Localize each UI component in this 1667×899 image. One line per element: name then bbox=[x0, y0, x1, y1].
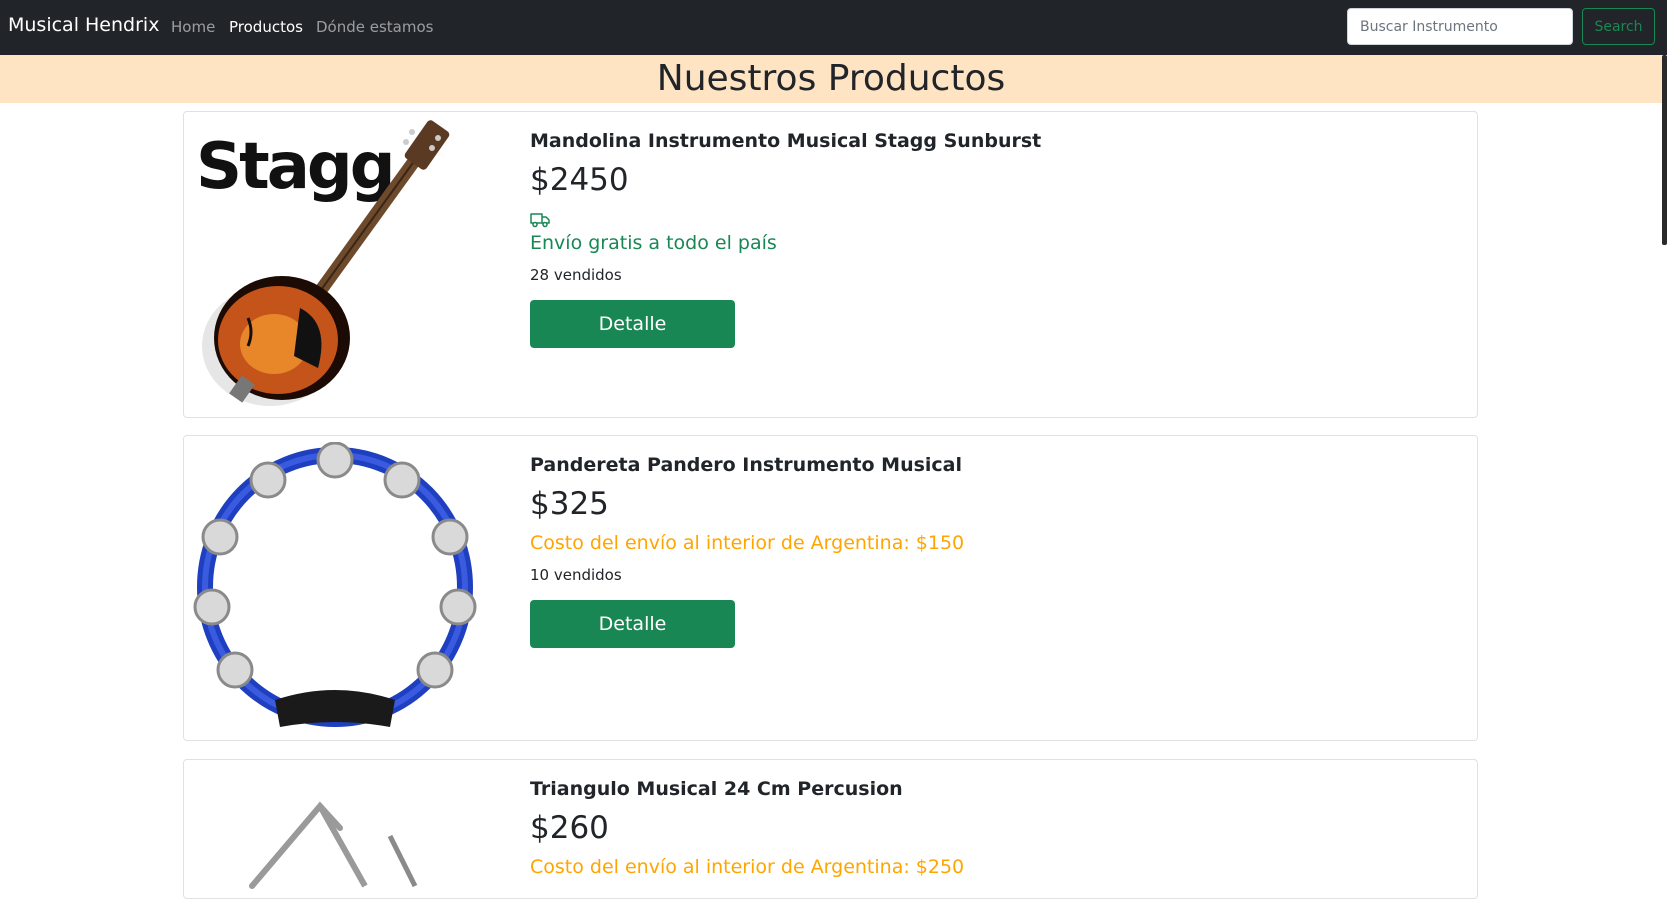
shipping-info: Costo del envío al interior de Argentina… bbox=[530, 532, 965, 554]
search-input[interactable] bbox=[1347, 8, 1573, 45]
product-image-triangle bbox=[190, 766, 480, 896]
product-price: $2450 bbox=[530, 162, 629, 198]
shipping-info: Envío gratis a todo el país bbox=[530, 232, 777, 254]
nav-link-home[interactable]: Home bbox=[171, 18, 215, 36]
product-image-tambourine bbox=[190, 442, 480, 736]
product-card: Triangulo Musical 24 Cm Percusion $260 C… bbox=[183, 759, 1478, 899]
product-info: Pandereta Pandero Instrumento Musical $3… bbox=[530, 454, 964, 648]
brand-logo[interactable]: Musical Hendrix bbox=[8, 14, 159, 36]
truck-icon bbox=[530, 213, 550, 228]
nav-link-donde-estamos[interactable]: Dónde estamos bbox=[316, 18, 433, 36]
product-title[interactable]: Triangulo Musical 24 Cm Percusion bbox=[530, 778, 964, 800]
product-title[interactable]: Mandolina Instrumento Musical Stagg Sunb… bbox=[530, 130, 1041, 152]
navbar: Musical Hendrix Home Productos Dónde est… bbox=[0, 0, 1667, 55]
detail-button[interactable]: Detalle bbox=[530, 600, 735, 648]
sold-count: 28 vendidos bbox=[530, 266, 622, 284]
product-price: $325 bbox=[530, 486, 609, 522]
shipping-info: Costo del envío al interior de Argentina… bbox=[530, 856, 965, 878]
sold-count: 10 vendidos bbox=[530, 566, 622, 584]
stagg-logo-text: Stagg bbox=[196, 130, 393, 204]
product-price: $260 bbox=[530, 810, 609, 846]
product-title[interactable]: Pandereta Pandero Instrumento Musical bbox=[530, 454, 964, 476]
nav-link-productos[interactable]: Productos bbox=[229, 18, 303, 36]
scrollbar-thumb[interactable] bbox=[1662, 55, 1667, 245]
page-header: Nuestros Productos bbox=[0, 55, 1662, 103]
product-image-mandolin: Stagg bbox=[190, 118, 480, 414]
product-card: Stagg Mandolina Instrumento Musical Stag… bbox=[183, 111, 1478, 418]
product-info: Triangulo Musical 24 Cm Percusion $260 C… bbox=[530, 778, 964, 878]
search-button[interactable]: Search bbox=[1582, 8, 1655, 45]
product-info: Mandolina Instrumento Musical Stagg Sunb… bbox=[530, 130, 1041, 348]
page-title: Nuestros Productos bbox=[656, 58, 1006, 99]
product-card: Pandereta Pandero Instrumento Musical $3… bbox=[183, 435, 1478, 741]
detail-button[interactable]: Detalle bbox=[530, 300, 735, 348]
